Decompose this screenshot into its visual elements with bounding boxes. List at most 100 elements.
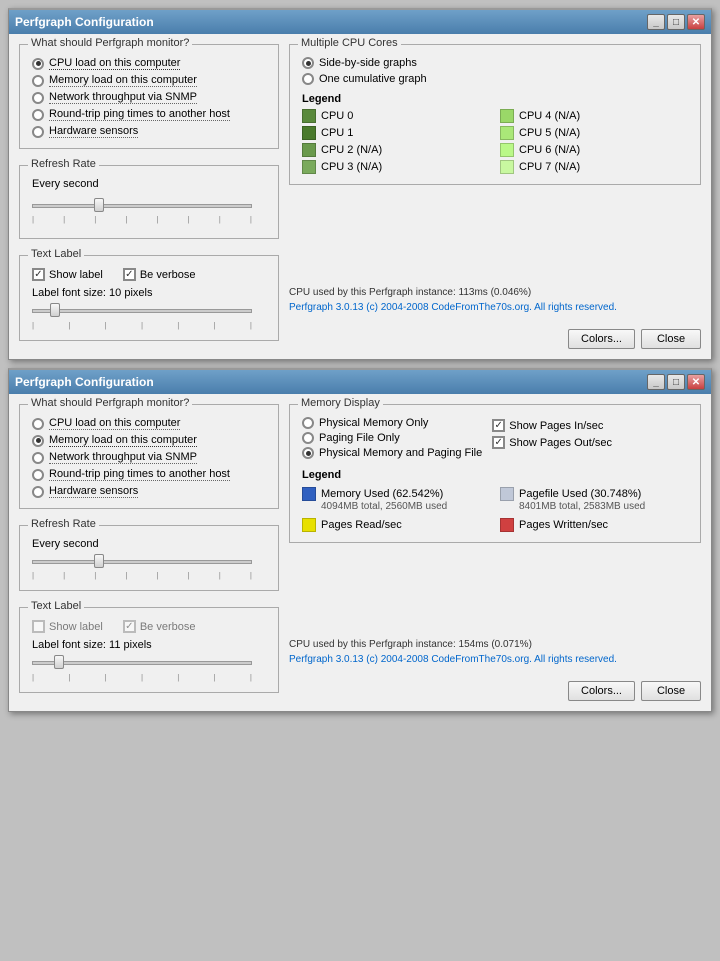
- be-verbose-box-1[interactable]: [123, 268, 136, 281]
- legend-item-6: CPU 6 (N/A): [500, 143, 688, 157]
- radio-2-3[interactable]: [32, 469, 44, 481]
- cpu-cores-option-label-0: Side-by-side graphs: [319, 57, 417, 69]
- monitor-option-2-3[interactable]: Round-trip ping times to another host: [32, 468, 266, 481]
- monitor-option-2-0[interactable]: CPU load on this computer: [32, 417, 266, 430]
- refresh-section-2: Refresh Rate Every second ||||||||: [19, 525, 279, 591]
- memory-legend-item-2: Pages Read/sec: [302, 518, 490, 532]
- radio-2-0[interactable]: [32, 418, 44, 430]
- monitor-option-2-4[interactable]: Hardware sensors: [32, 485, 266, 498]
- show-label-box-1[interactable]: [32, 268, 45, 281]
- colors-button-2[interactable]: Colors...: [568, 681, 635, 701]
- memory-legend-label-1: Pagefile Used (30.748%): [519, 488, 641, 500]
- radio-1-1[interactable]: [32, 75, 44, 87]
- radio-1-0[interactable]: [32, 58, 44, 70]
- memory-radio-2[interactable]: [302, 447, 314, 459]
- maximize-button-2[interactable]: □: [667, 374, 685, 390]
- minimize-button-1[interactable]: _: [647, 14, 665, 30]
- legend-color-3: [302, 160, 316, 174]
- close-button-2[interactable]: ✕: [687, 374, 705, 390]
- monitor-options-2: CPU load on this computer Memory load on…: [32, 413, 266, 498]
- show-pages-out-checkbox[interactable]: Show Pages Out/sec: [492, 436, 612, 449]
- legend-label-7: CPU 7 (N/A): [519, 161, 580, 173]
- close-button-1[interactable]: ✕: [687, 14, 705, 30]
- refresh-label-1: Refresh Rate: [28, 158, 99, 170]
- cpu-cores-option-0[interactable]: Side-by-side graphs: [302, 57, 688, 69]
- cpu-info-1: CPU used by this Perfgraph instance: 113…: [289, 285, 617, 300]
- close-button-w2[interactable]: Close: [641, 681, 701, 701]
- show-label-box-2[interactable]: [32, 620, 45, 633]
- cpu-cores-section: Multiple CPU Cores Side-by-side graphs O…: [289, 44, 701, 185]
- show-label-checkbox-1[interactable]: Show label: [32, 268, 103, 281]
- show-label-checkbox-2[interactable]: Show label: [32, 620, 103, 633]
- memory-option-1[interactable]: Paging File Only: [302, 432, 482, 444]
- colors-button-1[interactable]: Colors...: [568, 329, 635, 349]
- show-pages-in-checkbox[interactable]: Show Pages In/sec: [492, 419, 612, 432]
- show-pages-in-box[interactable]: [492, 419, 505, 432]
- monitor-option-1-4[interactable]: Hardware sensors: [32, 125, 266, 138]
- slider2-thumb-2[interactable]: [54, 655, 64, 669]
- monitor-option-1-2[interactable]: Network throughput via SNMP: [32, 91, 266, 104]
- monitor-option-1-1[interactable]: Memory load on this computer: [32, 74, 266, 87]
- slider1-thumb-2[interactable]: [94, 554, 104, 568]
- monitor-option-label-2-0: CPU load on this computer: [49, 417, 180, 430]
- radio-2-1[interactable]: [32, 435, 44, 447]
- monitor-option-label-1-4: Hardware sensors: [49, 125, 138, 138]
- monitor-option-1-3[interactable]: Round-trip ping times to another host: [32, 108, 266, 121]
- memory-option-label-1: Paging File Only: [319, 432, 400, 444]
- monitor-section-1: What should Perfgraph monitor? CPU load …: [19, 44, 279, 149]
- legend-label-6: CPU 6 (N/A): [519, 144, 580, 156]
- cpu-cores-radio-1[interactable]: [302, 73, 314, 85]
- legend-label-5: CPU 5 (N/A): [519, 127, 580, 139]
- show-label-text-2: Show label: [49, 621, 103, 633]
- memory-options: Physical Memory Only Paging File Only Ph…: [302, 417, 482, 459]
- close-button-w1[interactable]: Close: [641, 329, 701, 349]
- monitor-option-label-1-0: CPU load on this computer: [49, 57, 180, 70]
- memory-option-0[interactable]: Physical Memory Only: [302, 417, 482, 429]
- memory-legend-item-0: Memory Used (62.542%) 4094MB total, 2560…: [302, 487, 490, 512]
- window1-title: Perfgraph Configuration: [15, 15, 154, 29]
- monitor-option-2-2[interactable]: Network throughput via SNMP: [32, 451, 266, 464]
- window2-body: What should Perfgraph monitor? CPU load …: [9, 394, 711, 711]
- be-verbose-box-2[interactable]: [123, 620, 136, 633]
- monitor-option-label-1-2: Network throughput via SNMP: [49, 91, 197, 104]
- cpu-cores-radio-0[interactable]: [302, 57, 314, 69]
- legend-item-5: CPU 5 (N/A): [500, 126, 688, 140]
- window1: Perfgraph Configuration _ □ ✕ What shoul…: [8, 8, 712, 360]
- monitor-option-2-1[interactable]: Memory load on this computer: [32, 434, 266, 447]
- be-verbose-checkbox-1[interactable]: Be verbose: [123, 268, 196, 281]
- legend-item-3: CPU 3 (N/A): [302, 160, 490, 174]
- cpu-cores-option-label-1: One cumulative graph: [319, 73, 427, 85]
- radio-2-4[interactable]: [32, 486, 44, 498]
- be-verbose-checkbox-2[interactable]: Be verbose: [123, 620, 196, 633]
- maximize-button-1[interactable]: □: [667, 14, 685, 30]
- memory-option-2[interactable]: Physical Memory and Paging File: [302, 447, 482, 459]
- textlabel-label-1: Text Label: [28, 248, 84, 260]
- cpu-cores-title: Multiple CPU Cores: [298, 37, 401, 49]
- radio-1-3[interactable]: [32, 109, 44, 121]
- memory-section: Memory Display Physical Memory Only Pagi…: [289, 404, 701, 543]
- cpu-cores-option-1[interactable]: One cumulative graph: [302, 73, 688, 85]
- legend-item-0: CPU 0: [302, 109, 490, 123]
- radio-1-2[interactable]: [32, 92, 44, 104]
- font-size-label-1: Label font size: 10 pixels: [32, 287, 266, 299]
- monitor-options-1: CPU load on this computer Memory load on…: [32, 53, 266, 138]
- cpu-cores-options: Side-by-side graphs One cumulative graph: [302, 57, 688, 85]
- monitor-option-label-1-3: Round-trip ping times to another host: [49, 108, 230, 121]
- show-pages-out-box[interactable]: [492, 436, 505, 449]
- legend-label-4: CPU 4 (N/A): [519, 110, 580, 122]
- monitor-option-1-0[interactable]: CPU load on this computer: [32, 57, 266, 70]
- slider1-thumb-1[interactable]: [94, 198, 104, 212]
- legend-item-4: CPU 4 (N/A): [500, 109, 688, 123]
- radio-1-4[interactable]: [32, 126, 44, 138]
- slider2-thumb-1[interactable]: [50, 303, 60, 317]
- minimize-button-2[interactable]: _: [647, 374, 665, 390]
- copyright-1: Perfgraph 3.0.13 (c) 2004-2008 CodeFromT…: [289, 300, 617, 315]
- cpu-info-2: CPU used by this Perfgraph instance: 154…: [289, 637, 617, 652]
- textlabel-section-2: Text Label Show label Be verbose Label f…: [19, 607, 279, 693]
- window1-bottom: CPU used by this Perfgraph instance: 113…: [289, 285, 701, 315]
- memory-radio-0[interactable]: [302, 417, 314, 429]
- window2-right: Memory Display Physical Memory Only Pagi…: [289, 404, 701, 701]
- legend-label-3b: CPU 3 (N/A): [321, 161, 382, 173]
- radio-2-2[interactable]: [32, 452, 44, 464]
- memory-radio-1[interactable]: [302, 432, 314, 444]
